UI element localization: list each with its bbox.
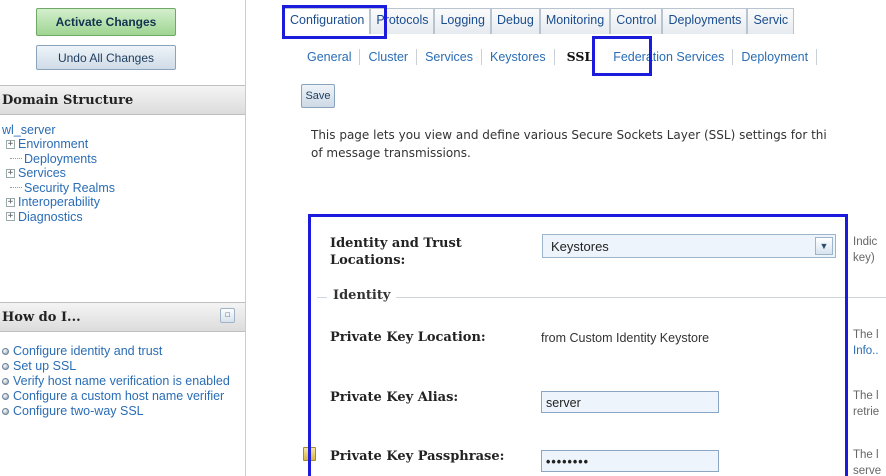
list-item[interactable]: Set up SSL	[0, 359, 245, 373]
tree-item-deployments[interactable]: Deployments	[0, 151, 245, 167]
tree-item-label: Environment	[18, 137, 89, 151]
list-item[interactable]: Configure identity and trust	[0, 344, 245, 358]
tab-monitoring[interactable]: Monitoring	[539, 8, 611, 34]
how-do-i-link[interactable]: Verify host name verification is enabled	[13, 374, 230, 388]
bullet-icon	[2, 408, 9, 415]
tree-item-label: Deployments	[24, 151, 97, 166]
highlight-box-ssl	[592, 36, 652, 76]
highlight-box-form	[308, 214, 848, 476]
how-do-i-link[interactable]: Set up SSL	[13, 359, 76, 373]
tab-deployments[interactable]: Deployments	[662, 8, 748, 34]
list-item[interactable]: Configure a custom host name verifier	[0, 389, 245, 403]
tree-root-wl-server[interactable]: wl_server	[0, 123, 245, 137]
undo-all-changes-button[interactable]: Undo All Changes	[36, 45, 176, 70]
tab-logging[interactable]: Logging	[434, 8, 491, 34]
tab-keystores[interactable]: Keystores	[482, 49, 555, 65]
how-do-i-header: How do I...	[0, 302, 245, 332]
expand-icon[interactable]: +	[6, 168, 15, 178]
bullet-icon	[2, 363, 9, 370]
how-do-i-link[interactable]: Configure a custom host name verifier	[13, 389, 224, 403]
private-key-alias-description: The l retrie	[853, 390, 880, 418]
tree-item-label: Security Realms	[24, 180, 115, 195]
tab-services-sub[interactable]: Services	[417, 49, 483, 65]
bullet-icon	[2, 378, 9, 385]
expand-icon[interactable]: +	[6, 197, 15, 207]
tab-debug[interactable]: Debug	[490, 8, 540, 34]
how-do-i-link[interactable]: Configure two-way SSL	[13, 404, 144, 418]
domain-tree: wl_server + Environment Deployments + Se…	[0, 123, 245, 225]
tree-branch-line	[10, 158, 22, 160]
identity-trust-description: Indic key)	[853, 236, 878, 264]
highlight-box-configuration	[282, 5, 387, 39]
tree-item-diagnostics[interactable]: + Diagnostics	[0, 209, 245, 225]
tree-item-services[interactable]: + Services	[0, 166, 245, 181]
bullet-icon	[2, 348, 9, 355]
tree-branch-line	[10, 187, 22, 189]
expand-icon[interactable]: +	[6, 212, 15, 222]
bullet-icon	[2, 393, 9, 400]
activate-changes-button[interactable]: Activate Changes	[36, 8, 176, 36]
expand-icon[interactable]: +	[6, 139, 15, 149]
tab-general[interactable]: General	[300, 49, 361, 65]
page-description: This page lets you view and define vario…	[311, 126, 886, 162]
tab-services[interactable]: Servic	[747, 8, 795, 34]
tab-cluster[interactable]: Cluster	[360, 49, 418, 65]
more-info-link[interactable]: Info..	[853, 343, 879, 359]
how-do-i-link[interactable]: Configure identity and trust	[13, 344, 162, 358]
secondary-tabs: General Cluster Services Keystores SSL F…	[300, 44, 818, 70]
tree-item-label: Interoperability	[18, 195, 100, 209]
private-key-passphrase-description: The l serve	[853, 449, 882, 476]
domain-structure-header: Domain Structure	[0, 85, 245, 115]
how-do-i-list: Configure identity and trust Set up SSL …	[0, 344, 245, 419]
tree-item-label: Diagnostics	[18, 209, 83, 224]
list-item[interactable]: Configure two-way SSL	[0, 404, 245, 418]
page-description-line: This page lets you view and define vario…	[311, 128, 827, 142]
list-item[interactable]: Verify host name verification is enabled	[0, 374, 245, 388]
tree-item-interoperability[interactable]: + Interoperability	[0, 195, 245, 210]
save-button[interactable]: Save	[301, 84, 335, 108]
collapse-panel-icon[interactable]: ▫	[220, 308, 235, 323]
tree-item-environment[interactable]: + Environment	[0, 137, 245, 152]
tab-control[interactable]: Control	[610, 8, 663, 34]
tab-deployment[interactable]: Deployment	[733, 49, 818, 65]
tree-item-label: Services	[18, 166, 66, 180]
page-description-line: of message transmissions.	[311, 146, 471, 160]
left-panel: Activate Changes Undo All Changes Domain…	[0, 0, 246, 476]
tree-item-security-realms[interactable]: Security Realms	[0, 180, 245, 196]
private-key-location-description: The l Info..	[853, 329, 879, 359]
